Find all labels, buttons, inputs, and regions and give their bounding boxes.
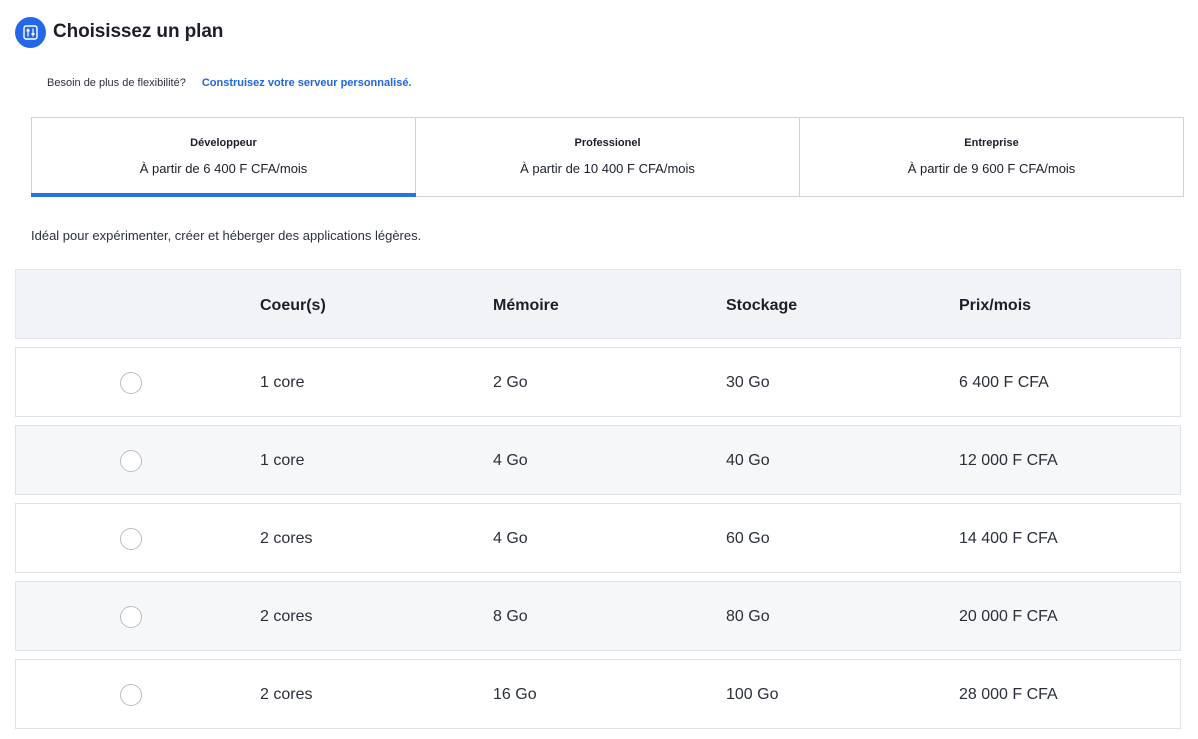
plan-tabs: Développeur À partir de 6 400 F CFA/mois… [31, 117, 1184, 197]
memory-cell: 2 Go [493, 374, 528, 391]
storage-cell: 60 Go [726, 530, 770, 547]
plan-description: Idéal pour expérimenter, créer et héberg… [31, 228, 422, 243]
tab-name: Entreprise [964, 137, 1019, 149]
plan-radio[interactable] [120, 606, 142, 628]
tab-price: À partir de 6 400 F CFA/mois [139, 161, 308, 176]
storage-cell: 30 Go [726, 374, 770, 391]
price-cell: 12 000 F CFA [959, 452, 1058, 469]
memory-cell: 4 Go [493, 452, 528, 469]
sliders-icon [15, 16, 46, 48]
storage-cell: 100 Go [726, 686, 779, 703]
price-cell: 20 000 F CFA [959, 608, 1058, 625]
column-header-memory: Mémoire [493, 297, 559, 314]
page-header: Choisissez un plan [15, 16, 223, 48]
custom-server-link[interactable]: Construisez votre serveur personnalisé. [202, 77, 412, 89]
cores-cell: 2 cores [260, 608, 313, 625]
cores-cell: 1 core [260, 374, 305, 391]
tab-entreprise[interactable]: Entreprise À partir de 9 600 F CFA/mois [800, 118, 1183, 196]
flexibility-prompt: Besoin de plus de flexibilité? Construis… [47, 77, 412, 89]
cores-cell: 2 cores [260, 686, 313, 703]
storage-cell: 80 Go [726, 608, 770, 625]
storage-cell: 40 Go [726, 452, 770, 469]
table-header: Coeur(s) Mémoire Stockage Prix/mois [15, 269, 1181, 339]
table-row[interactable]: 2 cores 4 Go 60 Go 14 400 F CFA [15, 503, 1181, 573]
tab-professionel[interactable]: Professionel À partir de 10 400 F CFA/mo… [416, 118, 800, 196]
tab-name: Développeur [190, 137, 257, 149]
tab-price: À partir de 10 400 F CFA/mois [520, 161, 695, 176]
plan-radio[interactable] [120, 450, 142, 472]
plan-radio[interactable] [120, 528, 142, 550]
memory-cell: 4 Go [493, 530, 528, 547]
table-row[interactable]: 2 cores 16 Go 100 Go 28 000 F CFA [15, 659, 1181, 729]
table-row[interactable]: 1 core 2 Go 30 Go 6 400 F CFA [15, 347, 1181, 417]
tab-name: Professionel [574, 137, 641, 149]
plan-radio[interactable] [120, 684, 142, 706]
price-cell: 28 000 F CFA [959, 686, 1058, 703]
tab-price: À partir de 9 600 F CFA/mois [907, 161, 1076, 176]
column-header-cores: Coeur(s) [260, 297, 326, 314]
column-header-price: Prix/mois [959, 297, 1032, 314]
table-row[interactable]: 1 core 4 Go 40 Go 12 000 F CFA [15, 425, 1181, 495]
tab-developpeur[interactable]: Développeur À partir de 6 400 F CFA/mois [31, 118, 416, 197]
plan-radio[interactable] [120, 372, 142, 394]
cores-cell: 2 cores [260, 530, 313, 547]
memory-cell: 16 Go [493, 686, 537, 703]
column-header-storage: Stockage [726, 297, 798, 314]
cores-cell: 1 core [260, 452, 305, 469]
page-title: Choisissez un plan [53, 21, 224, 42]
flexibility-label: Besoin de plus de flexibilité? [47, 77, 186, 89]
memory-cell: 8 Go [493, 608, 528, 625]
price-cell: 14 400 F CFA [959, 530, 1058, 547]
table-row[interactable]: 2 cores 8 Go 80 Go 20 000 F CFA [15, 581, 1181, 651]
price-cell: 6 400 F CFA [959, 374, 1049, 391]
